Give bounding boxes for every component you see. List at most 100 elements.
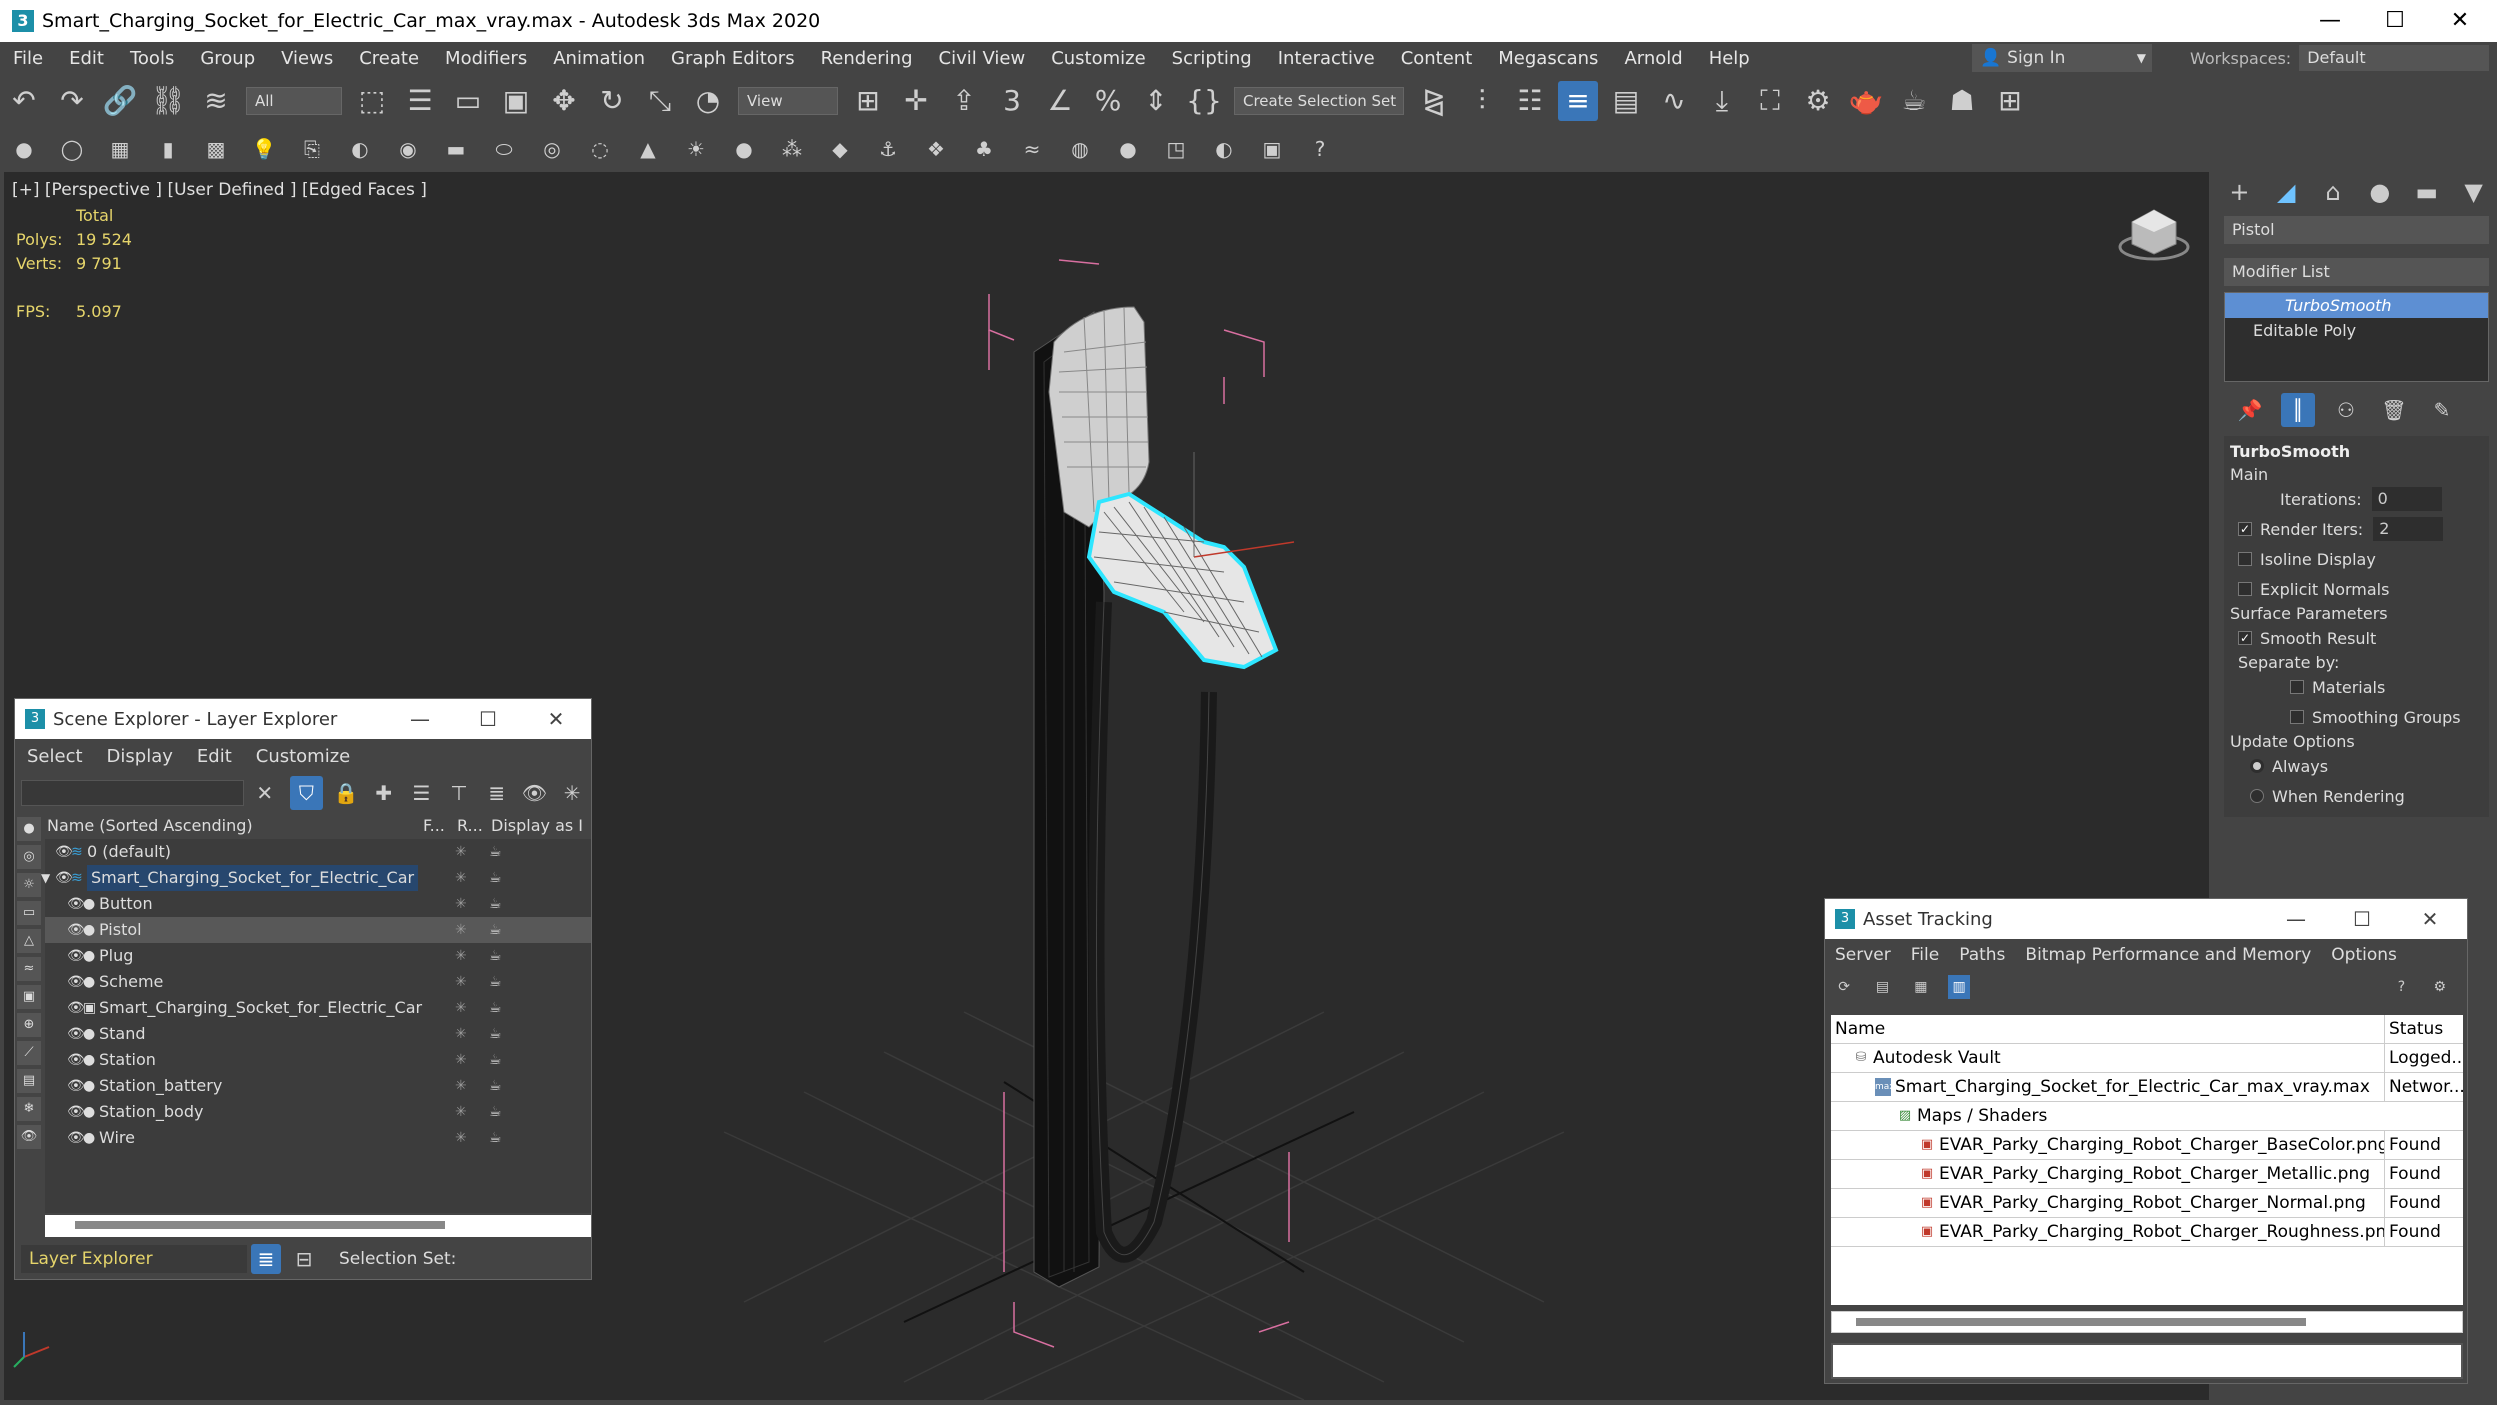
link-icon[interactable]: 🔗: [100, 81, 140, 121]
se-menu-select[interactable]: Select: [15, 746, 95, 767]
layer-row-default[interactable]: 👁 ≋ 0 (default) ✳ ☕: [45, 839, 591, 865]
turbosmooth-title[interactable]: TurboSmooth: [2230, 442, 2483, 461]
filter-groups-icon[interactable]: ▣: [17, 985, 41, 1009]
sign-in-button[interactable]: 👤 Sign In ▼: [1972, 44, 2152, 72]
utilities-tab-icon[interactable]: ▼: [2450, 172, 2497, 212]
rendered-frame-window-icon[interactable]: ☕: [1894, 81, 1934, 121]
edit-named-selection-icon[interactable]: {}: [1184, 81, 1224, 121]
filter-helpers-icon[interactable]: △: [17, 929, 41, 953]
render-teapot-icon[interactable]: ☕: [489, 891, 502, 917]
filter-cameras-icon[interactable]: ▭: [17, 901, 41, 925]
dope-sheet-icon[interactable]: ⤓: [1702, 81, 1742, 121]
when-rendering-radio[interactable]: [2250, 789, 2264, 803]
at-menu-file[interactable]: File: [1901, 945, 1949, 965]
layer-mode-icon[interactable]: ≣: [251, 1244, 281, 1274]
se-menu-edit[interactable]: Edit: [185, 746, 244, 767]
sphere-icon[interactable]: ⬭: [487, 132, 521, 166]
sun-icon[interactable]: ☀: [679, 132, 713, 166]
move-icon[interactable]: ✥: [544, 81, 584, 121]
unlink-icon[interactable]: ⛓: [148, 81, 188, 121]
bone-icon[interactable]: ⚓: [871, 132, 905, 166]
modifier-list-dropdown[interactable]: Modifier List: [2224, 258, 2489, 286]
bind-spacewarp-icon[interactable]: ≋: [196, 81, 236, 121]
se-minimize-button[interactable]: —: [385, 699, 455, 739]
snap-toggle-icon[interactable]: 3: [992, 81, 1032, 121]
render-in-cloud-icon[interactable]: ⊞: [1990, 81, 2030, 121]
render-teapot-icon[interactable]: ☕: [489, 865, 502, 891]
scrollbar-thumb[interactable]: [75, 1221, 445, 1229]
lock-icon[interactable]: 🔒: [329, 776, 363, 810]
filter-hidden-icon[interactable]: 👁: [17, 1125, 41, 1149]
render-iters-spinner[interactable]: 2: [2373, 517, 2444, 541]
at-menu-server[interactable]: Server: [1825, 945, 1901, 965]
explicit-normals-checkbox[interactable]: [2238, 582, 2252, 596]
align-icon[interactable]: ⫶: [1462, 81, 1502, 121]
render-production-icon[interactable]: ☗: [1942, 81, 1982, 121]
render-teapot-icon[interactable]: ☕: [489, 1099, 502, 1125]
object-row-pistol[interactable]: 👁 ● Pistol ✳ ☕: [45, 917, 591, 943]
display-tab-icon[interactable]: ▬: [2403, 172, 2450, 212]
spinner-snap-icon[interactable]: ⇕: [1136, 81, 1176, 121]
undo-icon[interactable]: ↶: [4, 81, 44, 121]
freeze-icon[interactable]: ✳: [455, 917, 467, 943]
help-icon[interactable]: ?: [1303, 132, 1337, 166]
asset-table-scrollbar[interactable]: [1831, 1311, 2463, 1333]
toggle-scene-explorer-icon[interactable]: ☷: [1510, 81, 1550, 121]
scene-explorer-titlebar[interactable]: 3 Scene Explorer - Layer Explorer — ☐ ✕: [15, 699, 591, 739]
iterations-spinner[interactable]: 0: [2371, 487, 2442, 511]
render-teapot-icon[interactable]: ☕: [489, 917, 502, 943]
se-maximize-button[interactable]: ☐: [453, 699, 523, 739]
object-row-scheme[interactable]: 👁 ● Scheme ✳ ☕: [45, 969, 591, 995]
schematic-view-icon[interactable]: ⛶: [1750, 81, 1790, 121]
cylinder-icon[interactable]: ▮: [151, 132, 185, 166]
helper-icon[interactable]: ◐: [343, 132, 377, 166]
create-tab-icon[interactable]: +: [2216, 172, 2263, 212]
batch-render-icon[interactable]: ▣: [1255, 132, 1289, 166]
asset-row[interactable]: ▣ EVAR_Parky_Charging_Robot_Charger_Metal…: [1831, 1160, 2463, 1189]
light-toggle-icon[interactable]: ✳: [555, 776, 589, 810]
maximize-button[interactable]: ☐: [2360, 0, 2430, 42]
rotate-icon[interactable]: ↻: [592, 81, 632, 121]
menu-edit[interactable]: Edit: [56, 48, 117, 69]
col-display-header[interactable]: Display as I: [491, 813, 583, 839]
filter-bones-icon[interactable]: ⟋: [17, 1041, 41, 1065]
refresh-icon[interactable]: ⟳: [1833, 975, 1855, 999]
asset-row[interactable]: maxSmart_Charging_Socket_for_Electric_Ca…: [1831, 1073, 2463, 1102]
render-teapot-icon[interactable]: ☕: [489, 1047, 502, 1073]
stack-item-editable-poly[interactable]: Editable Poly: [2225, 318, 2488, 343]
remove-modifier-icon[interactable]: 🗑: [2377, 393, 2411, 427]
menu-megascans[interactable]: Megascans: [1485, 48, 1611, 69]
environment-icon[interactable]: ◐: [1207, 132, 1241, 166]
menu-customize[interactable]: Customize: [1038, 48, 1158, 69]
stack-item-turbosmooth[interactable]: TurboSmooth: [2225, 293, 2488, 318]
se-close-button[interactable]: ✕: [521, 699, 591, 739]
freeze-icon[interactable]: ✳: [455, 1021, 467, 1047]
show-end-result-icon[interactable]: ║: [2281, 393, 2315, 427]
make-unique-icon[interactable]: ⚇: [2329, 393, 2363, 427]
select-manipulate-icon[interactable]: ✛: [896, 81, 936, 121]
freeze-icon[interactable]: ✳: [455, 1073, 467, 1099]
configure-sets-icon[interactable]: ✎: [2425, 393, 2459, 427]
mirror-icon[interactable]: ⧎: [1414, 81, 1454, 121]
filter-icon[interactable]: ⛉: [289, 776, 324, 810]
create-icon[interactable]: ●: [7, 132, 41, 166]
grid-icon[interactable]: ▩: [199, 132, 233, 166]
scale-icon[interactable]: ⤡: [640, 81, 680, 121]
new-layer-icon[interactable]: ✚: [367, 776, 401, 810]
list-view-icon[interactable]: ▤: [1871, 975, 1893, 999]
se-menu-display[interactable]: Display: [95, 746, 185, 767]
menu-create[interactable]: Create: [346, 48, 432, 69]
help-icon[interactable]: ?: [2390, 975, 2412, 999]
viewcube-icon[interactable]: [2118, 209, 2190, 261]
menu-animation[interactable]: Animation: [540, 48, 658, 69]
object-row-group[interactable]: 👁 ▣ Smart_Charging_Socket_for_Electric_C…: [45, 995, 591, 1021]
pivot-icon[interactable]: ⊞: [848, 81, 888, 121]
particles-icon[interactable]: ⁂: [775, 132, 809, 166]
menu-graph-editors[interactable]: Graph Editors: [658, 48, 808, 69]
menu-arnold[interactable]: Arnold: [1611, 48, 1695, 69]
settings-icon[interactable]: ⚙: [2429, 975, 2451, 999]
asset-row[interactable]: ⛁ Autodesk Vault Logged...: [1831, 1044, 2463, 1073]
freeze-icon[interactable]: ✳: [455, 1125, 467, 1151]
object-row-button[interactable]: 👁 ● Button ✳ ☕: [45, 891, 591, 917]
col-name-header[interactable]: Name (Sorted Ascending): [45, 813, 423, 839]
